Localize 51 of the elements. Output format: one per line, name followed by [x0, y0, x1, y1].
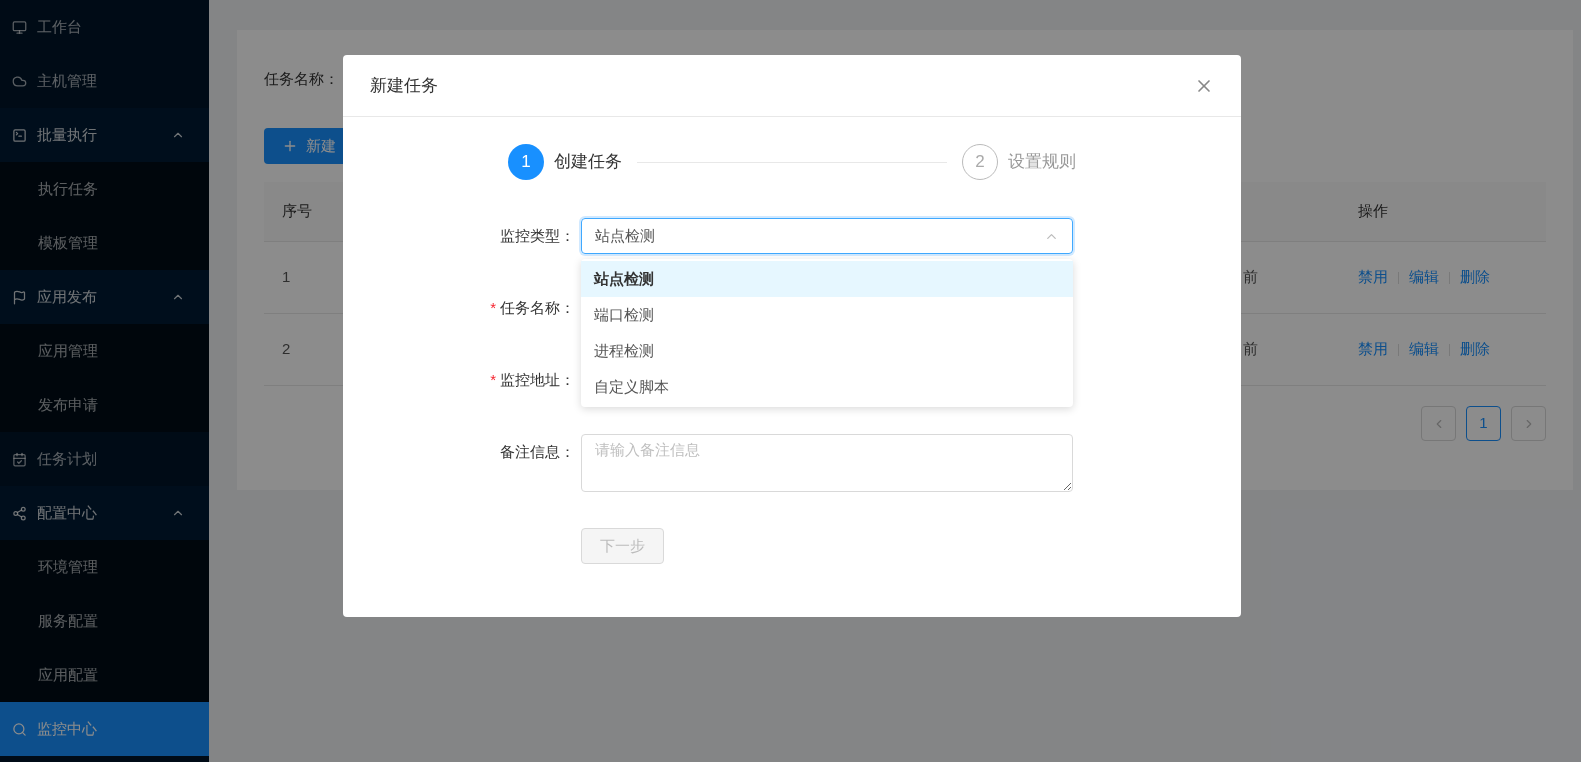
table-cell-text: 前: [1243, 267, 1258, 288]
query-label: 任务名称：: [264, 69, 339, 89]
field-label: 监控地址：: [500, 369, 575, 390]
remark-textarea[interactable]: 请输入备注信息: [581, 434, 1073, 492]
terminal-icon: [12, 127, 27, 143]
column-header: 序号: [281, 201, 312, 222]
action-link[interactable]: 编辑: [1409, 338, 1439, 361]
next-page-button[interactable]: [1511, 406, 1546, 441]
sidebar-item[interactable]: 任务计划: [0, 432, 209, 486]
action-link[interactable]: 删除: [1460, 338, 1490, 361]
field-label: 备注信息：: [500, 441, 575, 462]
submenu-item[interactable]: 环境管理: [0, 540, 209, 594]
page-button[interactable]: 1: [1466, 406, 1501, 441]
submenu-item[interactable]: 发布申请: [0, 378, 209, 432]
dropdown-option[interactable]: 端口检测: [581, 297, 1073, 333]
table-cell-text: 前: [1243, 339, 1258, 360]
field-label: 监控类型：: [500, 225, 575, 246]
dropdown-option[interactable]: 站点检测: [581, 261, 1073, 297]
submenu-item[interactable]: 应用管理: [0, 324, 209, 378]
action-link[interactable]: 删除: [1460, 266, 1490, 289]
action-link[interactable]: 禁用: [1358, 266, 1388, 289]
submenu-item[interactable]: 服务配置: [0, 594, 209, 648]
submenu-item[interactable]: 执行任务: [0, 162, 209, 216]
plus-icon: [282, 138, 298, 154]
sidebar-item[interactable]: 应用发布: [0, 270, 209, 324]
select-field[interactable]: 站点检测: [581, 218, 1073, 254]
step-label: 创建任务: [554, 151, 622, 174]
sidebar-item[interactable]: 批量执行: [0, 108, 209, 162]
submenu-item[interactable]: 模板管理: [0, 216, 209, 270]
field-label: 任务名称：: [500, 297, 575, 318]
submenu-item[interactable]: 应用配置: [0, 648, 209, 702]
table-cell-text: 2: [281, 339, 291, 360]
action-link[interactable]: 禁用: [1358, 338, 1388, 361]
required-mark: *: [490, 297, 496, 318]
action-link[interactable]: 编辑: [1409, 266, 1439, 289]
sidebar-item[interactable]: 监控中心: [0, 702, 209, 756]
network-icon: [12, 505, 27, 521]
sidebar-item[interactable]: 配置中心: [0, 486, 209, 540]
prev-page-button[interactable]: [1421, 406, 1456, 441]
modal-title: 新建任务: [370, 74, 439, 97]
dropdown-option[interactable]: 自定义脚本: [581, 369, 1073, 405]
step-label: 设置规则: [1008, 151, 1076, 174]
required-mark: *: [490, 369, 496, 390]
flag-icon: [12, 289, 27, 305]
dropdown-option[interactable]: 进程检测: [581, 333, 1073, 369]
search-icon: [12, 721, 27, 737]
sidebar-item[interactable]: 主机管理: [0, 54, 209, 108]
column-header: 操作: [1358, 201, 1388, 222]
table-cell-text: 1: [281, 267, 291, 288]
sidebar-item[interactable]: 工作台: [0, 0, 209, 54]
step-number: 1: [508, 144, 544, 180]
